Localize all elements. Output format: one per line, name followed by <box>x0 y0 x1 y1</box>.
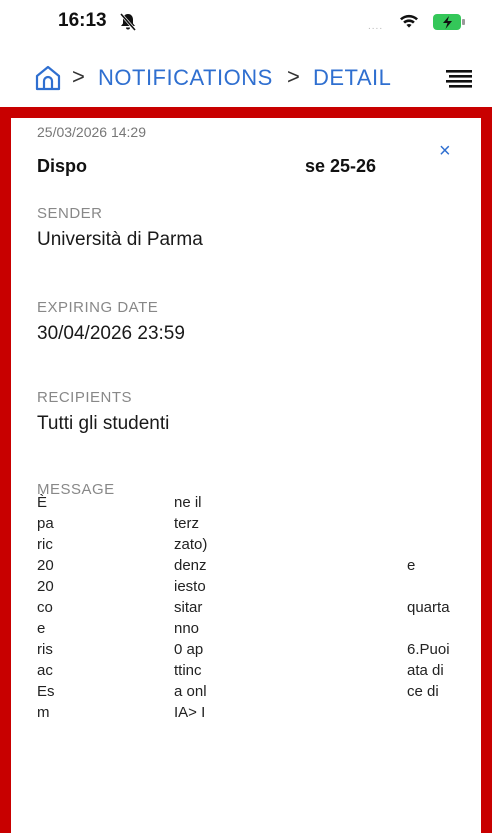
recipients-label: RECIPIENTS <box>37 389 133 406</box>
message-text-fragment: terz <box>174 515 200 532</box>
message-text-fragment: ric <box>37 536 53 553</box>
message-text-fragment: 0 ap <box>174 641 204 658</box>
message-label: MESSAGE <box>37 481 115 498</box>
breadcrumb-detail-current: DETAIL <box>313 65 392 90</box>
message-text-fragment: m <box>37 704 50 721</box>
message-text-fragment: nno <box>174 620 200 637</box>
breadcrumb-separator: > <box>72 64 85 89</box>
notification-detail-card: 25/03/2026 14:29 Dispo se 25-26 × SENDER… <box>0 107 492 833</box>
bell-slash-icon <box>119 13 137 31</box>
breadcrumb-separator: > <box>287 64 300 89</box>
message-text-fragment: È <box>37 494 48 511</box>
message-text-fragment: quarta <box>407 599 450 616</box>
message-text-fragment: pa <box>37 515 54 532</box>
message-text-fragment: 6.Puoi <box>407 641 450 658</box>
message-text-fragment: ce di <box>407 683 439 700</box>
notification-title-end: se 25-26 <box>305 156 377 176</box>
expiring-date-label: EXPIRING DATE <box>37 299 159 316</box>
message-text-fragment: ac <box>37 662 53 679</box>
status-time: 16:13 <box>58 10 107 31</box>
status-bar: 16:13 .... <box>0 0 492 48</box>
breadcrumb: > NOTIFICATIONS > DETAIL <box>0 60 492 100</box>
message-text-fragment: 20 <box>37 557 54 574</box>
message-text-fragment: co <box>37 599 53 616</box>
message-text-fragment: ne il <box>174 494 202 511</box>
message-text-fragment: sitar <box>174 599 203 616</box>
message-text-fragment: e <box>407 557 416 574</box>
breadcrumb-notifications-link[interactable]: NOTIFICATIONS <box>98 65 273 91</box>
message-text-fragment: Es <box>37 683 55 700</box>
message-text-fragment: ata di <box>407 662 444 679</box>
close-icon[interactable]: × <box>439 140 451 163</box>
battery-charging-icon <box>433 14 465 30</box>
message-text-fragment: e <box>37 620 46 637</box>
message-text-fragment: a onl <box>174 683 207 700</box>
expiring-date-value: 30/04/2026 23:59 <box>37 323 185 344</box>
signal-strength-indicator: .... <box>368 21 384 32</box>
menu-icon[interactable] <box>446 70 472 88</box>
home-icon[interactable] <box>33 63 63 93</box>
message-text-fragment: iesto <box>174 578 206 595</box>
message-text-fragment: 20 <box>37 578 54 595</box>
message-text-fragment: IA> I <box>174 704 206 721</box>
recipients-value: Tutti gli studenti <box>37 413 170 434</box>
sender-label: SENDER <box>37 205 103 222</box>
message-text-fragment: ris <box>37 641 53 658</box>
message-text-fragment: zato) <box>174 536 208 553</box>
sender-value: Università di Parma <box>37 229 203 250</box>
notification-title-start: Dispo <box>37 156 88 176</box>
message-text-fragment: ttinc <box>174 662 202 679</box>
wifi-icon <box>400 14 418 28</box>
message-text-fragment: denz <box>174 557 207 574</box>
notification-date: 25/03/2026 14:29 <box>37 124 146 140</box>
